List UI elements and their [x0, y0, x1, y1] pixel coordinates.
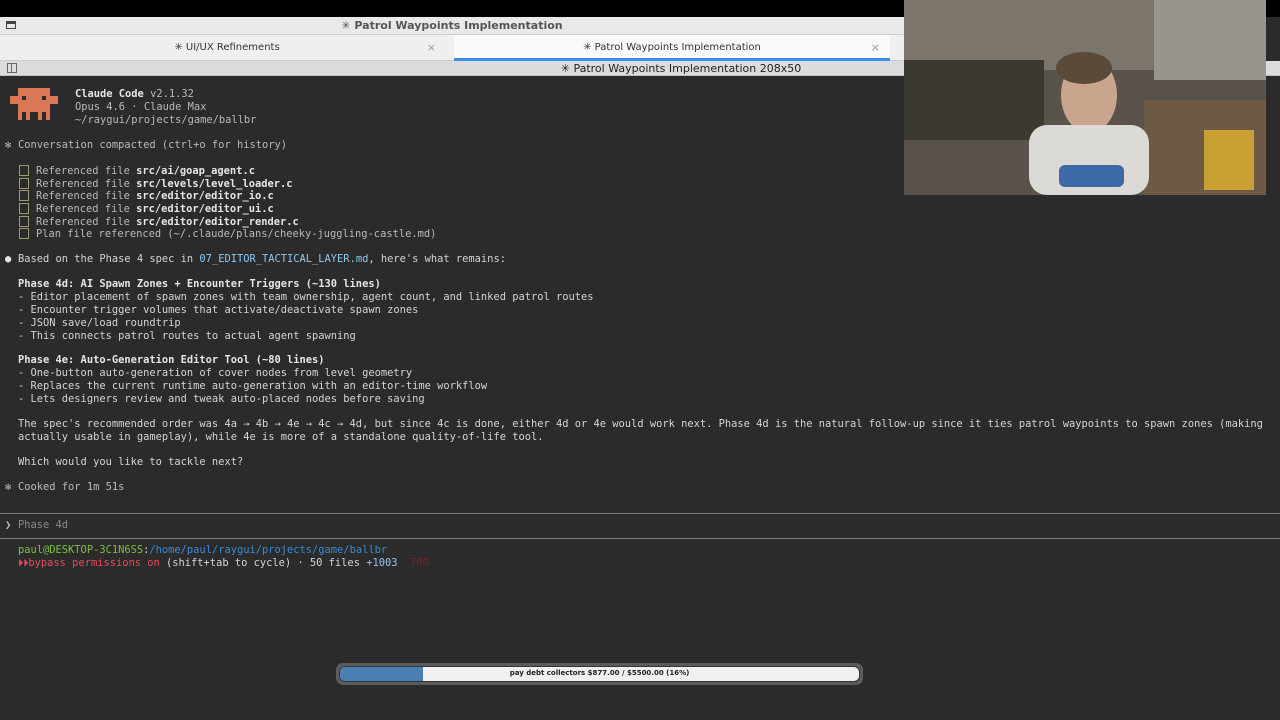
- tab-ui-ux-refinements[interactable]: ✳ UI/UX Refinements ×: [0, 35, 454, 61]
- progress-label: pay debt collectors $877.00 / $5500.00 (…: [509, 669, 690, 677]
- file-icon: [19, 203, 29, 214]
- ref-prefix: Referenced file: [36, 203, 137, 215]
- file-icon: [19, 190, 29, 201]
- prompt-chevron-icon: ❯: [5, 519, 12, 531]
- lines-added: +1003: [366, 557, 398, 569]
- phase-4e-title: Phase 4e: Auto-Generation Editor Tool (~…: [18, 354, 325, 366]
- claude-mascot-icon: [10, 88, 58, 120]
- tab-label: ✳ UI/UX Refinements: [174, 42, 280, 53]
- phase-4e-item: - One-button auto-generation of cover no…: [18, 367, 413, 379]
- prompt-input[interactable]: Phase 4d: [18, 519, 68, 532]
- reference-row: Referenced file src/ai/goap_agent.c: [19, 165, 255, 178]
- bypass-mode[interactable]: bypass permissions on: [28, 557, 159, 569]
- tab-patrol-waypoints[interactable]: ✳ Patrol Waypoints Implementation ×: [454, 35, 890, 61]
- cwd-path: /home/paul/raygui/projects/game/ballbr: [149, 544, 388, 556]
- ref-prefix: Referenced file: [36, 190, 137, 202]
- window-titlebar[interactable]: ✳ Patrol Waypoints Implementation: [0, 17, 904, 35]
- product-name: Claude Code: [75, 88, 144, 100]
- file-icon: [19, 228, 29, 239]
- ref-prefix: Referenced file: [36, 178, 137, 190]
- product-version: v2.1.32: [150, 88, 194, 100]
- cooked-bullet-icon: ✻: [5, 481, 12, 493]
- phase-4d-item: - Editor placement of spawn zones with t…: [18, 291, 594, 303]
- tab-label: ✳ Patrol Waypoints Implementation: [583, 42, 761, 53]
- intro-post: , here's what remains:: [368, 253, 506, 265]
- header-product-line: Claude Code v2.1.32: [75, 88, 194, 101]
- spec-file-link: 07_EDITOR_TACTICAL_LAYER.md: [199, 253, 369, 265]
- file-icon: [19, 178, 29, 189]
- header-path: ~/raygui/projects/game/ballbr: [75, 114, 257, 126]
- response-bullet-icon: ●: [5, 253, 12, 265]
- reference-row: Referenced file src/editor/editor_render…: [19, 216, 299, 229]
- ref-prefix: Plan file referenced (~/.claude/plans/ch…: [36, 228, 437, 240]
- cooked-timer: Cooked for 1m 51s: [18, 481, 125, 493]
- ref-file: src/ai/goap_agent.c: [136, 165, 255, 177]
- status-path-line: paul@DESKTOP-3C1N6SS:/home/paul/raygui/p…: [18, 544, 387, 557]
- file-icon: [19, 216, 29, 227]
- lines-removed: -700: [403, 557, 429, 569]
- prompt-divider-bottom: [0, 538, 1280, 539]
- order-paragraph-line: actually usable in gameplay), while 4e i…: [18, 431, 544, 443]
- phase-4d-item: - Encounter trigger volumes that activat…: [18, 304, 419, 316]
- intro-pre: Based on the Phase 4 spec in: [18, 253, 200, 265]
- question-line: Which would you like to tackle next?: [18, 456, 244, 468]
- order-paragraph-line: The spec's recommended order was 4a → 4b…: [18, 418, 1263, 430]
- mode-hint: (shift+tab to cycle) · 50 files: [159, 557, 367, 569]
- webcam-overlay: [904, 0, 1266, 195]
- phase-4d-item: - JSON save/load roundtrip: [18, 317, 181, 329]
- status-mode-line: ⏵⏵bypass permissions on (shift+tab to cy…: [18, 557, 429, 570]
- user-host: paul@DESKTOP-3C1N6SS: [18, 544, 144, 556]
- phase-4e-item: - Replaces the current runtime auto-gene…: [18, 380, 488, 392]
- progress-track: pay debt collectors $877.00 / $5500.00 (…: [339, 666, 860, 682]
- phase-4d-title: Phase 4d: AI Spawn Zones + Encounter Tri…: [18, 278, 381, 290]
- ref-prefix: Referenced file: [36, 165, 137, 177]
- file-icon: [19, 165, 29, 176]
- compact-bullet-icon: ✻: [5, 139, 12, 151]
- tab-bar: ✳ UI/UX Refinements × ✳ Patrol Waypoints…: [0, 35, 904, 61]
- window-title: ✳ Patrol Waypoints Implementation: [341, 19, 563, 32]
- reference-row: Referenced file src/levels/level_loader.…: [19, 178, 293, 191]
- close-icon[interactable]: ×: [427, 41, 436, 54]
- phase-4e-item: - Lets designers review and tweak auto-p…: [18, 393, 425, 405]
- bypass-icon: ⏵⏵: [18, 557, 29, 569]
- ref-file: src/editor/editor_render.c: [136, 216, 299, 228]
- ref-file: src/editor/editor_ui.c: [136, 203, 274, 215]
- ref-file: src/levels/level_loader.c: [136, 178, 293, 190]
- ref-file: src/editor/editor_io.c: [136, 190, 274, 202]
- response-intro: Based on the Phase 4 spec in 07_EDITOR_T…: [18, 253, 506, 266]
- reference-row: Referenced file src/editor/editor_ui.c: [19, 203, 274, 216]
- compacted-notice: Conversation compacted (ctrl+o for histo…: [18, 139, 287, 151]
- webcam-image: [904, 0, 1266, 195]
- reference-row: Referenced file src/editor/editor_io.c: [19, 190, 274, 203]
- ref-prefix: Referenced file: [36, 216, 137, 228]
- prompt-divider-top: [0, 513, 1280, 514]
- phase-4d-item: - This connects patrol routes to actual …: [18, 330, 356, 342]
- close-icon[interactable]: ×: [871, 41, 880, 54]
- game-progress-bar: pay debt collectors $877.00 / $5500.00 (…: [336, 663, 863, 685]
- reference-row: Plan file referenced (~/.claude/plans/ch…: [19, 228, 436, 241]
- header-model: Opus 4.6 · Claude Max: [75, 101, 207, 113]
